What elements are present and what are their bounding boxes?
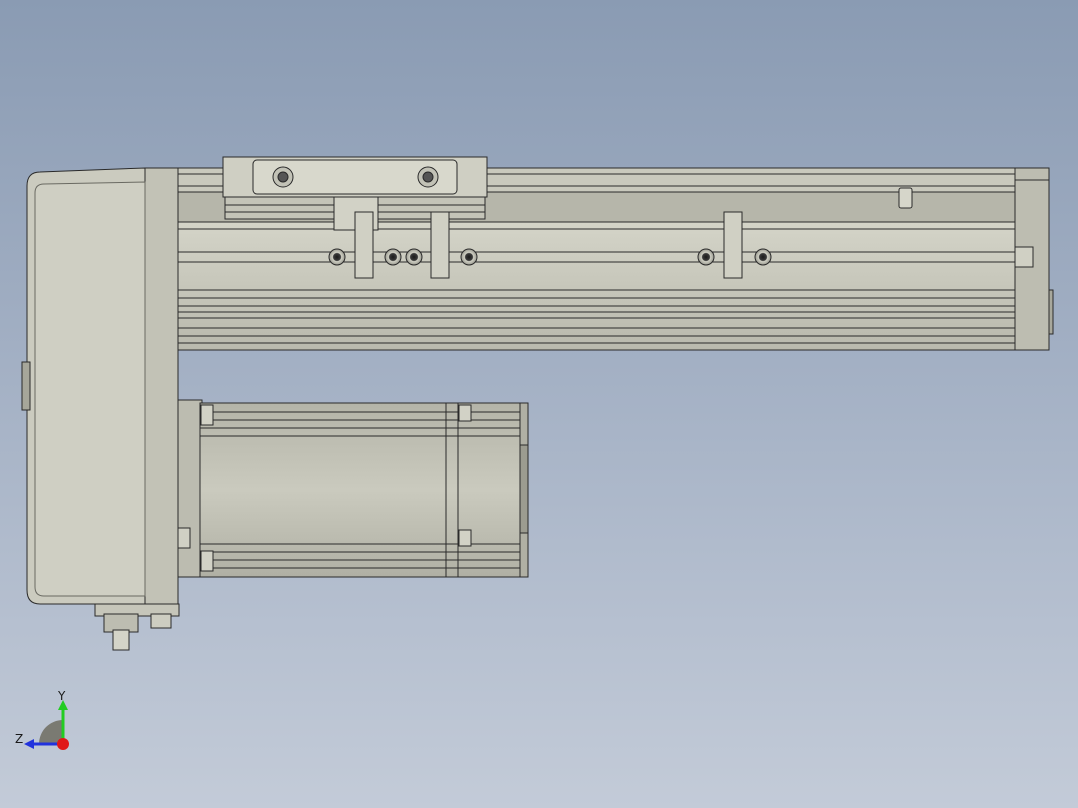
orientation-triad[interactable] <box>10 688 90 768</box>
triad-z-label: Z <box>15 732 24 746</box>
cable-connectors <box>94 603 180 651</box>
triad-x-axis-dot <box>57 738 69 750</box>
triad-z-arrow-icon <box>24 739 34 749</box>
triad-y-label: Y <box>58 689 66 703</box>
stop-pin <box>898 187 913 209</box>
linear-actuator-model[interactable] <box>0 0 1078 808</box>
gear-housing <box>21 167 179 613</box>
cad-viewport[interactable]: Y Z <box>0 0 1078 808</box>
servo-motor <box>177 399 529 578</box>
end-cap <box>1014 167 1054 351</box>
